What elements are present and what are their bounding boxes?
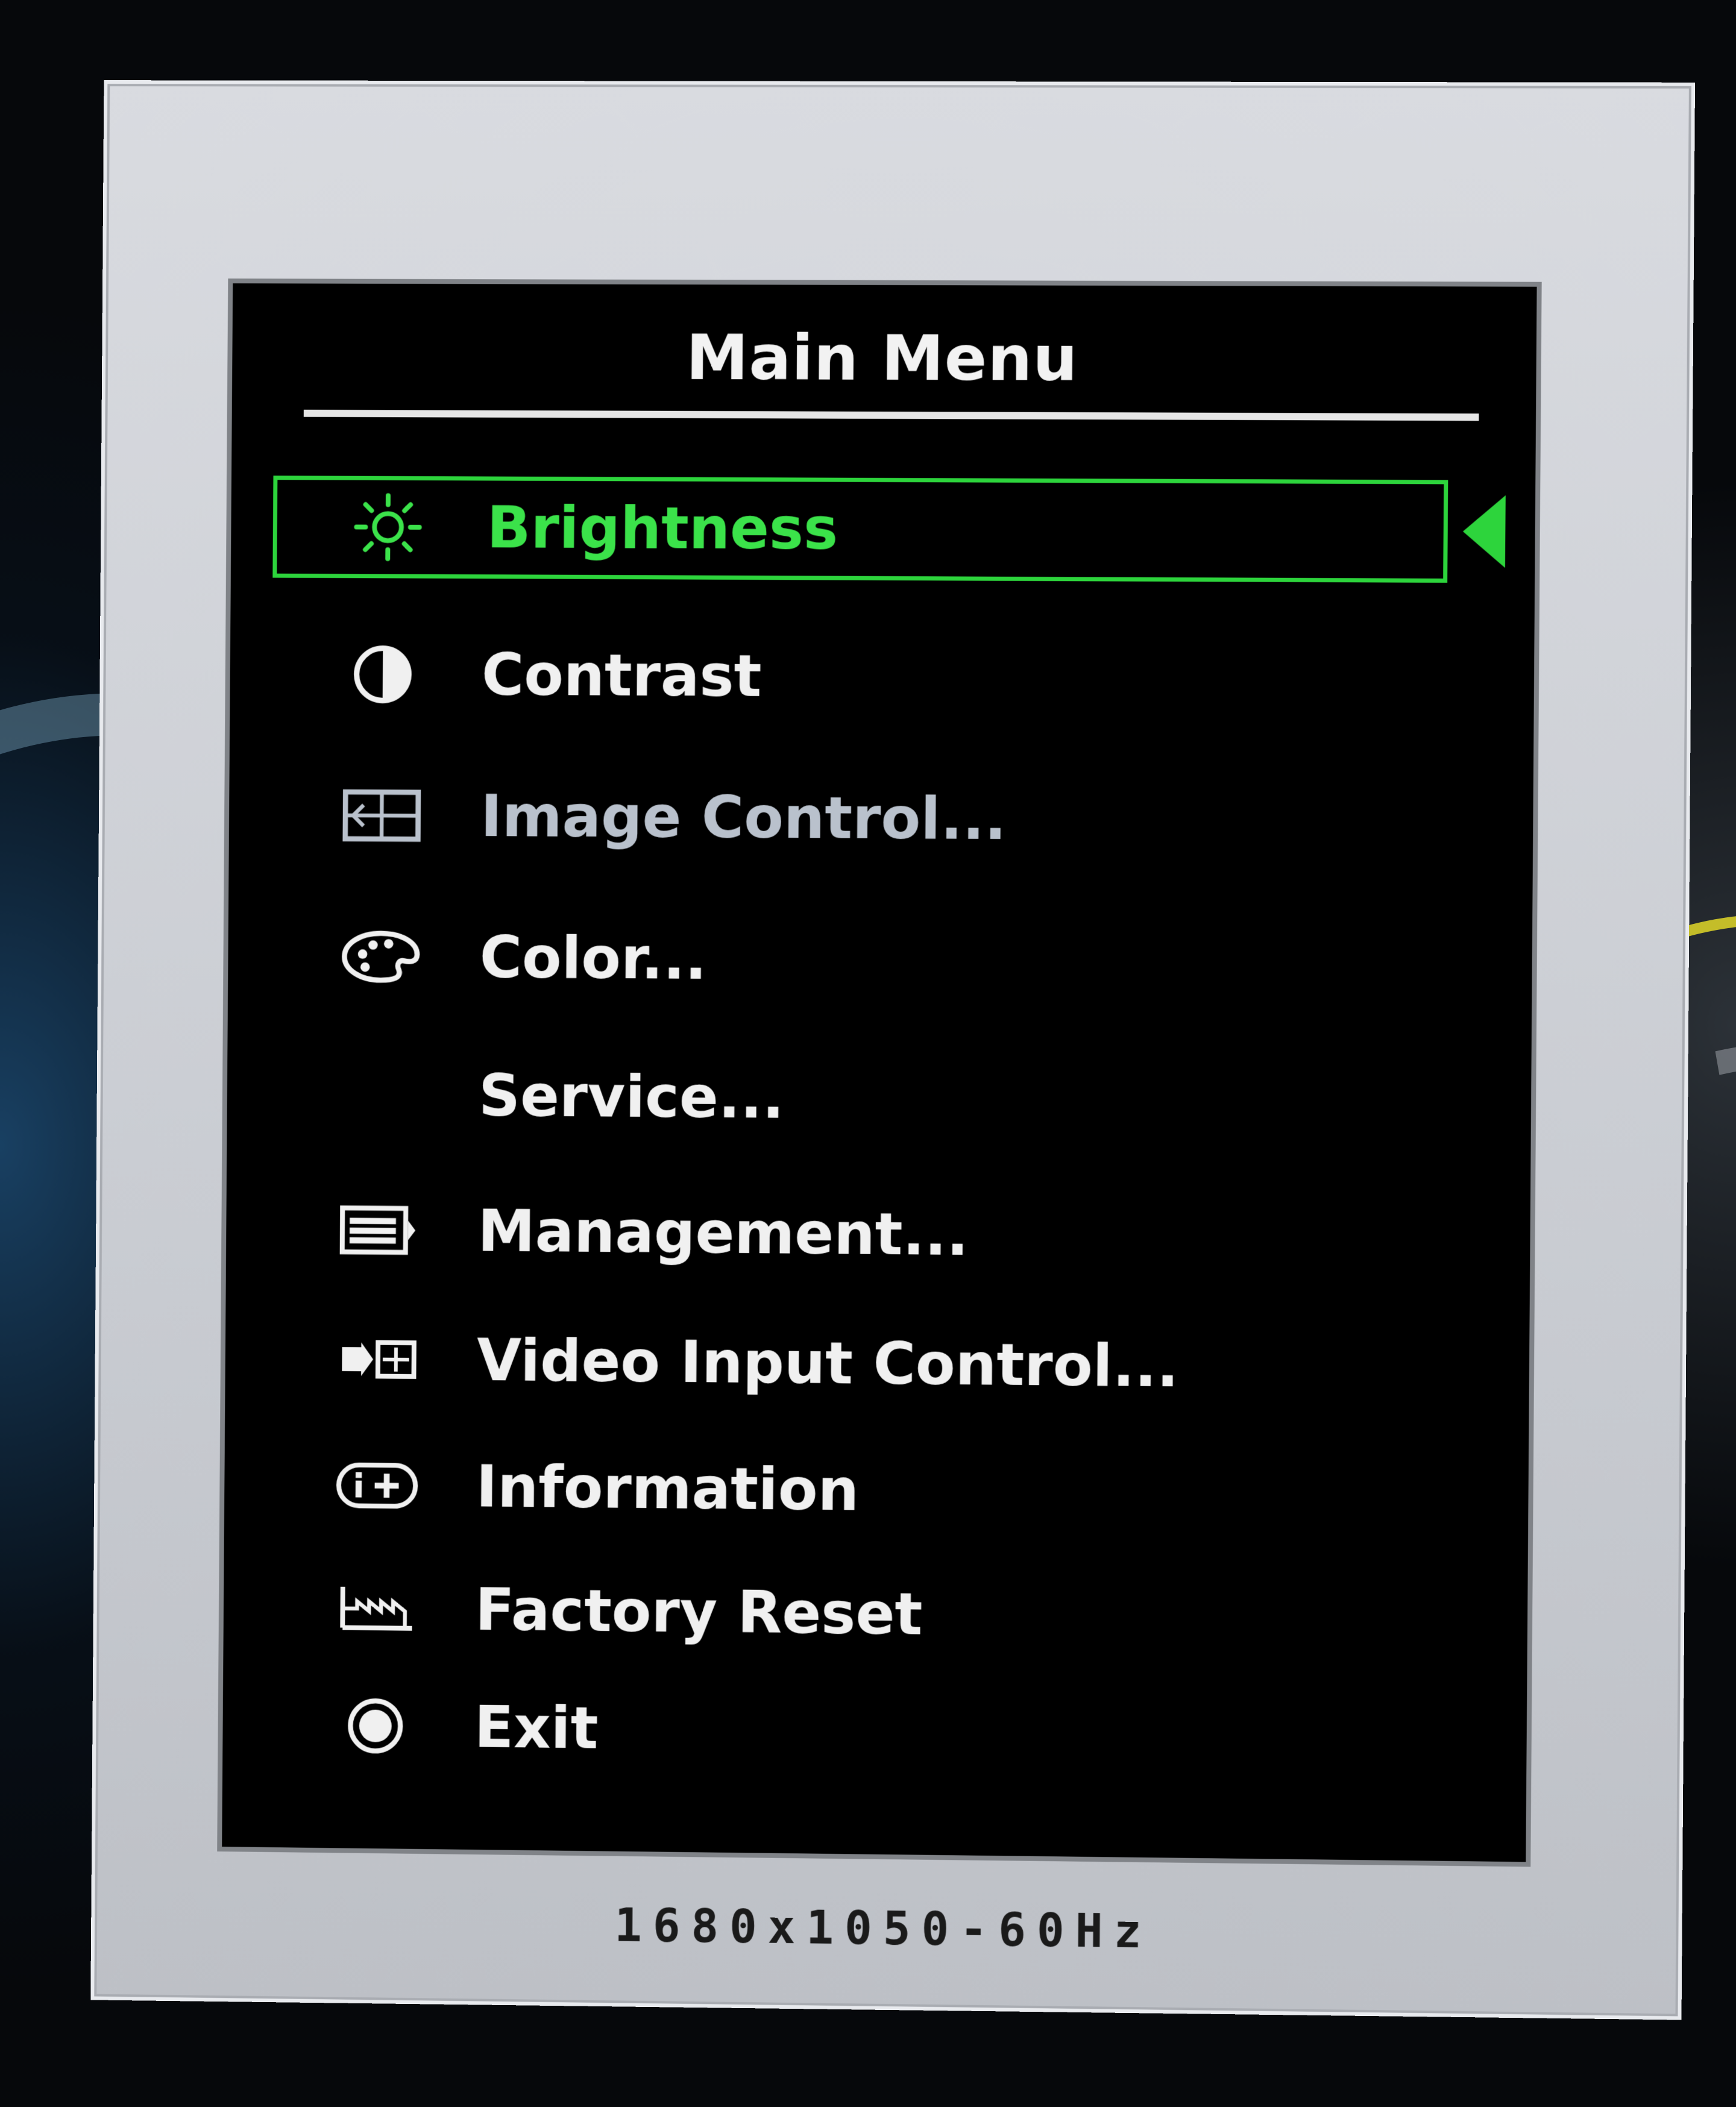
menu-item-brightness[interactable]: Brightness [272, 476, 1448, 583]
video-input-icon [333, 1323, 423, 1396]
menu-item-video-input-control[interactable]: Video Input Control... [267, 1307, 1442, 1420]
menu-item-information[interactable]: Information [266, 1433, 1441, 1547]
menu-item-label: Exit [474, 1693, 599, 1762]
management-icon [334, 1194, 424, 1267]
menu-item-exit[interactable]: Exit [264, 1674, 1439, 1789]
sun-icon [343, 491, 433, 564]
title-divider [303, 409, 1479, 421]
menu-item-image-control[interactable]: Image Control... [271, 764, 1446, 873]
information-icon [332, 1449, 423, 1522]
screen-background: Main Menu Brightness Contrast Image Cont… [0, 0, 1736, 2107]
osd-window: Main Menu Brightness Contrast Image Cont… [90, 80, 1696, 2020]
selection-arrow-icon [1462, 495, 1506, 568]
menu-item-label: Image Control... [480, 782, 1007, 853]
menu-title: Main Menu [685, 321, 1078, 395]
palette-icon [336, 920, 426, 993]
menu-item-management[interactable]: Management... [268, 1178, 1443, 1290]
menu-item-label: Service... [478, 1062, 785, 1132]
main-menu: Brightness Contrast Image Control... Col… [231, 476, 1535, 1762]
menu-item-label: Factory Reset [474, 1576, 923, 1648]
contrast-icon [338, 638, 428, 711]
menu-item-label: Management... [477, 1197, 969, 1269]
exit-icon [330, 1689, 421, 1762]
menu-item-factory-reset[interactable]: Factory Reset [265, 1557, 1441, 1671]
menu-item-label: Information [476, 1452, 860, 1524]
blank-icon-slot [335, 1058, 425, 1131]
menu-item-contrast[interactable]: Contrast [272, 623, 1447, 730]
menu-item-label: Video Input Control... [476, 1327, 1179, 1401]
menu-item-label: Brightness [486, 494, 838, 563]
resolution-readout: 1680x1050-60Hz [614, 1898, 1153, 1959]
osd-menu-panel: Main Menu Brightness Contrast Image Cont… [217, 278, 1542, 1867]
menu-item-service[interactable]: Service... [269, 1043, 1444, 1154]
menu-item-label: Contrast [481, 641, 762, 710]
factory-icon [331, 1572, 421, 1645]
menu-item-label: Color... [479, 923, 708, 993]
menu-item-color[interactable]: Color... [269, 905, 1445, 1016]
image-control-icon [336, 779, 427, 852]
